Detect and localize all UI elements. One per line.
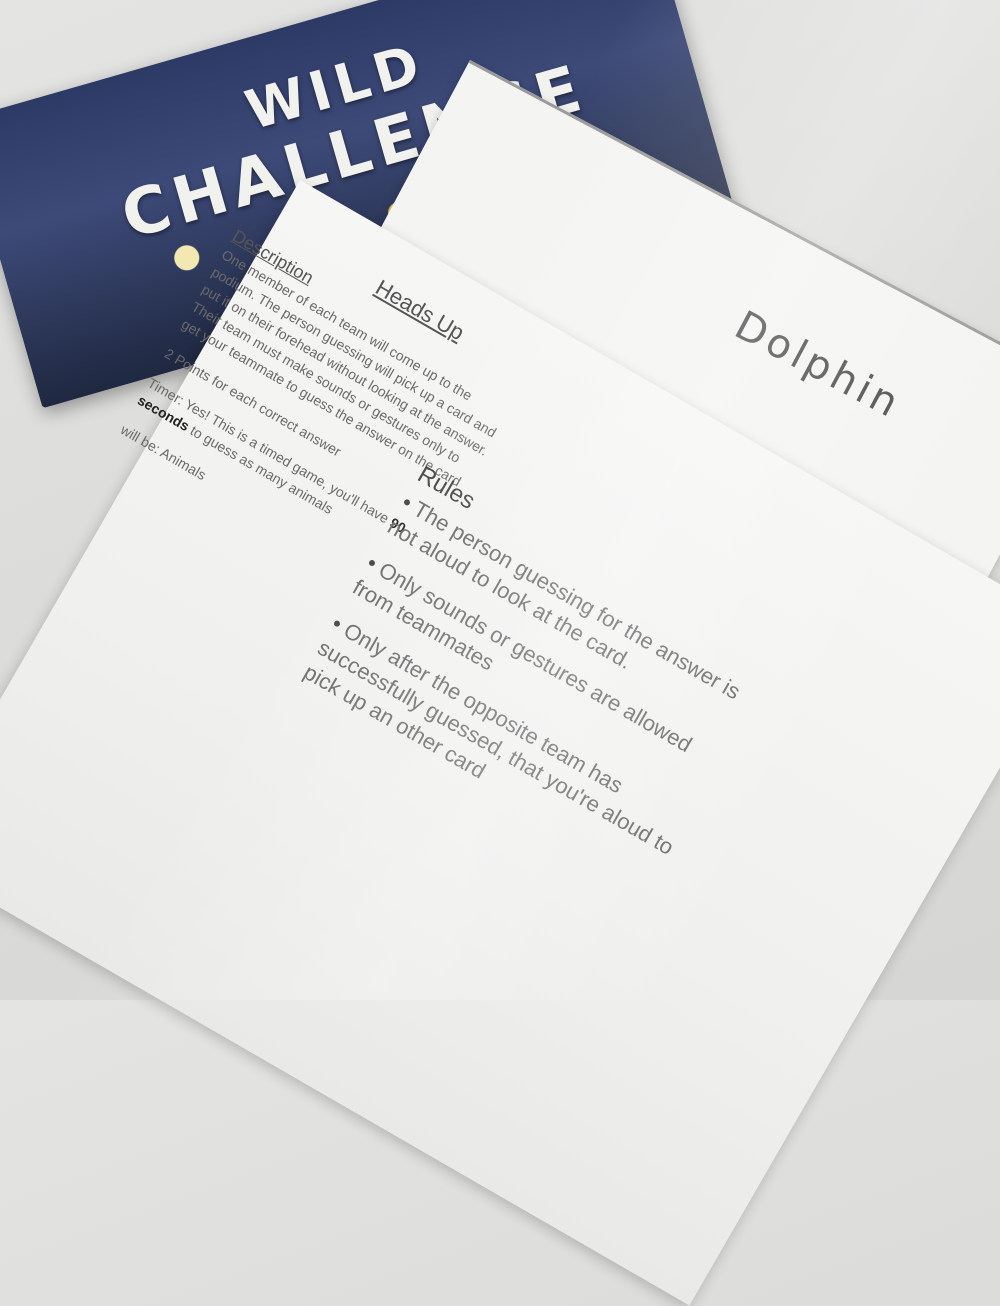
dolphin-word: Dolphin xyxy=(727,302,910,429)
